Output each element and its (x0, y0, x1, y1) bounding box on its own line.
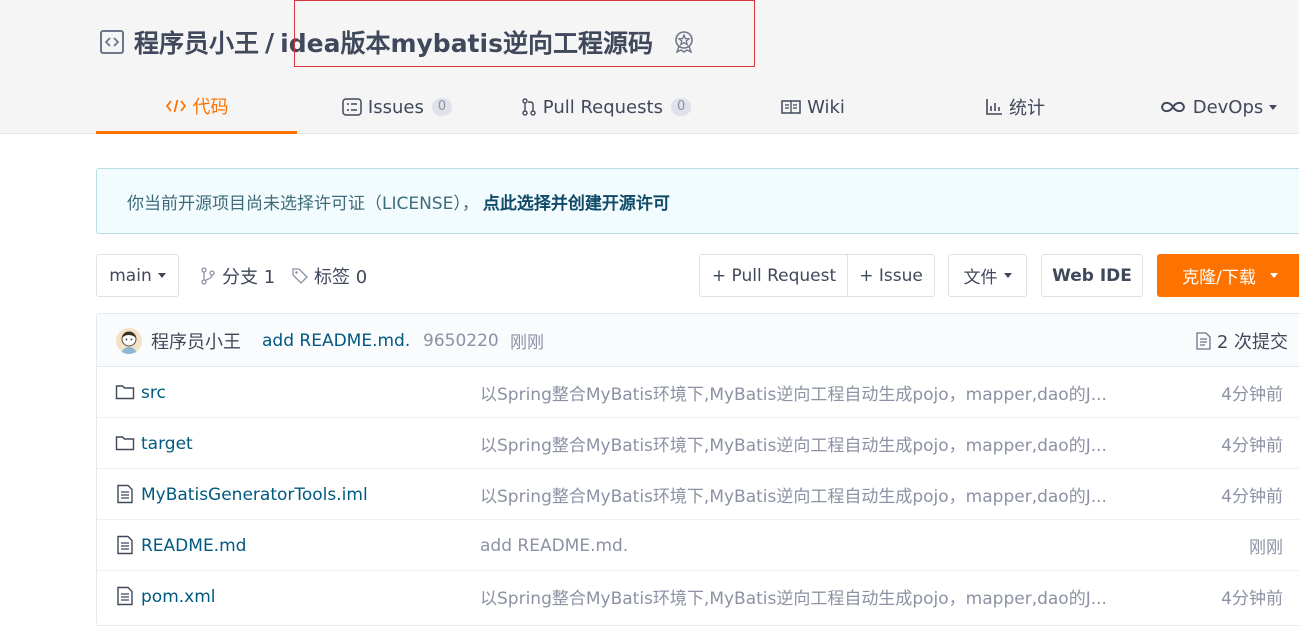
folder-icon (115, 382, 135, 402)
book-icon (781, 99, 801, 115)
create-license-link[interactable]: 点此选择并创建开源许可 (483, 189, 670, 214)
file-name-link[interactable]: pom.xml (141, 571, 216, 622)
branches-label: 分支 1 (222, 266, 276, 288)
tab-code-label: 代码 (192, 96, 229, 118)
commit-hash-link[interactable]: 9650220 (423, 314, 499, 367)
file-list: 程序员小王 add README.md. 9650220 刚刚 2 次提交 sr… (96, 313, 1299, 626)
file-commit-message[interactable]: add README.md. (480, 520, 1140, 571)
file-name-link[interactable]: MyBatisGeneratorTools.iml (141, 469, 368, 520)
license-notice: 你当前开源项目尚未选择许可证（LICENSE）， 点此选择并创建开源许可 (96, 168, 1299, 234)
latest-commit-row: 程序员小王 add README.md. 9650220 刚刚 2 次提交 (97, 314, 1299, 367)
issues-count-badge: 0 (431, 98, 453, 116)
tab-issues-label: Issues (367, 96, 424, 118)
file-commit-time: 4分钟前 (1221, 436, 1283, 456)
file-icon (115, 484, 135, 504)
tab-code[interactable]: 代码 (96, 80, 297, 134)
clone-download-button[interactable]: 克隆/下载 (1157, 254, 1299, 297)
file-commit-time: 4分钟前 (1221, 385, 1283, 405)
chevron-down-icon (1269, 273, 1278, 278)
branch-select[interactable]: main (96, 254, 179, 297)
clone-download-label: 克隆/下载 (1182, 268, 1256, 288)
repo-header: 程序员小王 / idea版本mybatis逆向工程源码 代码 Issues 0 … (0, 0, 1299, 134)
tab-pull-requests[interactable]: Pull Requests 0 (521, 80, 692, 134)
branch-icon (200, 266, 216, 285)
repo-tabs: 代码 Issues 0 Pull Requests 0 Wiki 统计 DevO… (96, 80, 1299, 134)
avatar[interactable] (116, 328, 142, 354)
file-menu-label: 文件 (963, 268, 998, 288)
file-commit-time: 4分钟前 (1221, 589, 1283, 609)
file-commit-message[interactable]: 以Spring整合MyBatis环境下,MyBatis逆向工程自动生成pojo，… (480, 367, 1140, 418)
file-row-iml[interactable]: MyBatisGeneratorTools.iml 以Spring整合MyBat… (97, 469, 1299, 520)
tab-wiki-label: Wiki (807, 96, 845, 118)
commit-message-link[interactable]: add README.md. (262, 314, 410, 367)
tab-devops-label: DevOps (1192, 96, 1264, 118)
commit-time: 刚刚 (510, 333, 544, 353)
file-icon (115, 586, 135, 606)
branch-select-value: main (109, 265, 152, 286)
tab-stats-label: 统计 (1009, 98, 1045, 119)
tab-wiki[interactable]: Wiki (781, 80, 845, 134)
file-commit-message[interactable]: 以Spring整合MyBatis环境下,MyBatis逆向工程自动生成pojo，… (480, 571, 1140, 622)
issues-icon (342, 98, 362, 116)
file-commit-time: 刚刚 (1249, 538, 1283, 558)
infinity-icon (1159, 100, 1187, 114)
tag-icon (291, 267, 309, 285)
commit-author-link[interactable]: 程序员小王 (151, 314, 241, 367)
pull-requests-count-badge: 0 (670, 98, 692, 116)
file-name-link[interactable]: README.md (141, 520, 246, 571)
file-row-target[interactable]: target 以Spring整合MyBatis环境下,MyBatis逆向工程自动… (97, 418, 1299, 469)
repo-toolbar: main 分支 1 标签 0 + Pull Request + Issue 文件… (96, 254, 1299, 297)
tags-link[interactable]: 标签 0 (291, 254, 367, 297)
commit-count-link[interactable]: 2 次提交 (1195, 314, 1288, 367)
commit-count-label: 2 次提交 (1216, 331, 1288, 353)
file-commit-message[interactable]: 以Spring整合MyBatis环境下,MyBatis逆向工程自动生成pojo，… (480, 469, 1140, 520)
file-name-link[interactable]: target (141, 418, 193, 469)
license-notice-text: 你当前开源项目尚未选择许可证（LICENSE）， (127, 193, 479, 214)
pull-request-icon (521, 98, 537, 116)
file-name-link[interactable]: src (141, 367, 166, 418)
new-issue-button[interactable]: + Issue (847, 254, 935, 297)
title-separator: / (265, 27, 275, 57)
file-icon (115, 535, 135, 555)
file-commit-message[interactable]: 以Spring整合MyBatis环境下,MyBatis逆向工程自动生成pojo，… (480, 418, 1140, 469)
chevron-down-icon (157, 273, 166, 278)
chevron-down-icon (1003, 273, 1012, 278)
tab-issues[interactable]: Issues 0 (342, 80, 453, 134)
highlight-box (294, 0, 755, 67)
branches-link[interactable]: 分支 1 (200, 254, 275, 297)
tab-pull-requests-label: Pull Requests (542, 96, 663, 118)
tab-stats[interactable]: 统计 (983, 80, 1047, 134)
tab-devops[interactable]: DevOps (1158, 80, 1278, 134)
tags-label: 标签 0 (314, 266, 368, 288)
file-row-readme[interactable]: README.md add README.md. 刚刚 (97, 520, 1299, 571)
chevron-down-icon (1269, 104, 1278, 110)
file-row-pom[interactable]: pom.xml 以Spring整合MyBatis环境下,MyBatis逆向工程自… (97, 571, 1299, 622)
repo-owner-link[interactable]: 程序员小王 (134, 24, 259, 60)
file-commit-time: 4分钟前 (1221, 487, 1283, 507)
code-icon (165, 98, 187, 114)
file-menu-button[interactable]: 文件 (948, 254, 1027, 297)
file-row-src[interactable]: src 以Spring整合MyBatis环境下,MyBatis逆向工程自动生成p… (97, 367, 1299, 418)
new-pull-request-button[interactable]: + Pull Request (699, 254, 849, 297)
folder-icon (115, 433, 135, 453)
bar-chart-icon (985, 98, 1003, 116)
code-repo-icon (100, 30, 124, 54)
commits-icon (1195, 331, 1211, 350)
web-ide-button[interactable]: Web IDE (1041, 254, 1143, 297)
